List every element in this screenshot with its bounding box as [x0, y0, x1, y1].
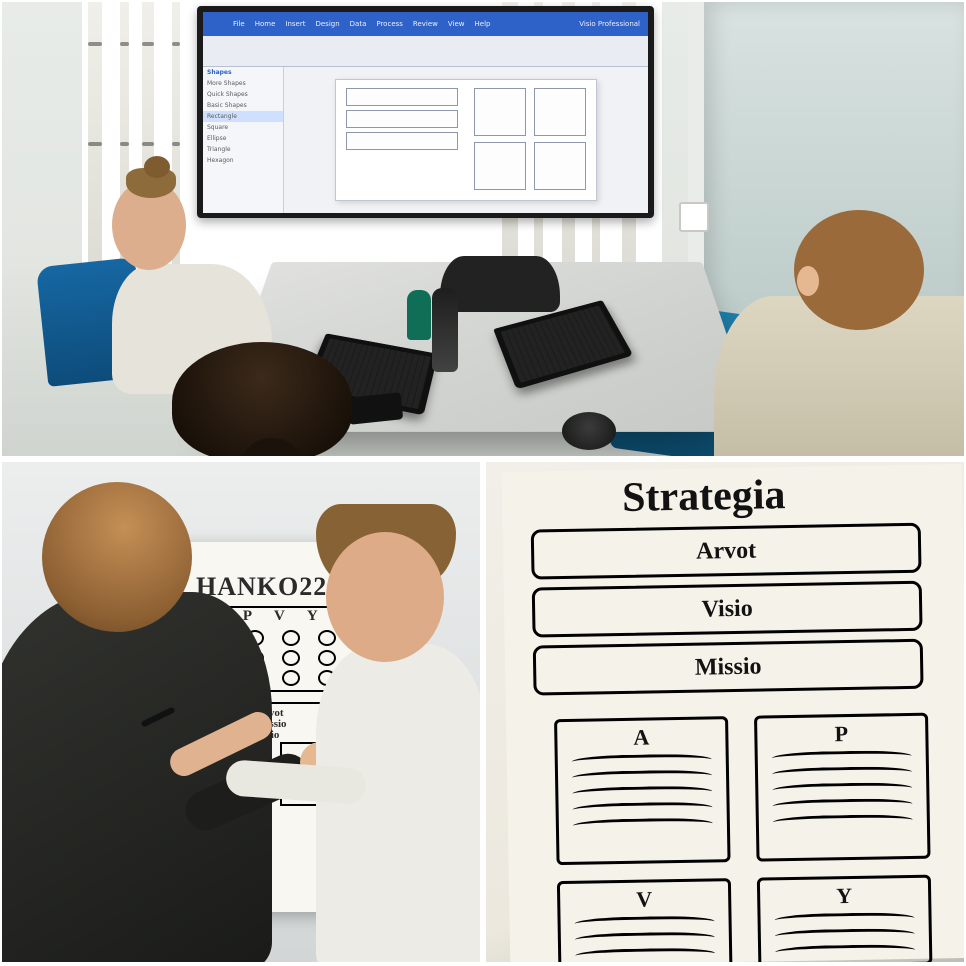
bar-missio: Missio — [533, 639, 924, 696]
smartphone — [347, 392, 404, 424]
box-y: Y — [757, 875, 933, 962]
box-v: V — [557, 878, 733, 962]
box-a: A — [554, 716, 731, 865]
person-white-tshirt — [316, 644, 480, 962]
light-switch — [679, 202, 709, 232]
box-p: P — [754, 713, 931, 862]
photo-meeting-room: FileHome InsertDesign DataProcess Review… — [2, 2, 964, 456]
water-bottle — [432, 288, 458, 372]
visio-page — [335, 79, 597, 201]
person-foreground — [172, 342, 352, 456]
person-right — [714, 296, 964, 456]
bar-visio: Visio — [532, 581, 923, 638]
backpack — [440, 256, 560, 312]
photo-collage: FileHome InsertDesign DataProcess Review… — [0, 0, 966, 966]
speakerphone — [562, 412, 616, 450]
photo-paper-sketch: Strategia Arvot Visio Missio A P V Y — [486, 462, 964, 962]
photo-flipchart-session: HANKO22 AP VY Arvot Missio Visio — [2, 462, 480, 962]
hand-drawn-layout: Strategia Arvot Visio Missio A P V Y — [502, 464, 964, 962]
travel-mug — [407, 290, 431, 340]
bar-arvot: Arvot — [531, 523, 922, 580]
ribbon-tabs: FileHome InsertDesign DataProcess Review… — [203, 12, 648, 36]
sketch-title: Strategia — [622, 471, 786, 522]
